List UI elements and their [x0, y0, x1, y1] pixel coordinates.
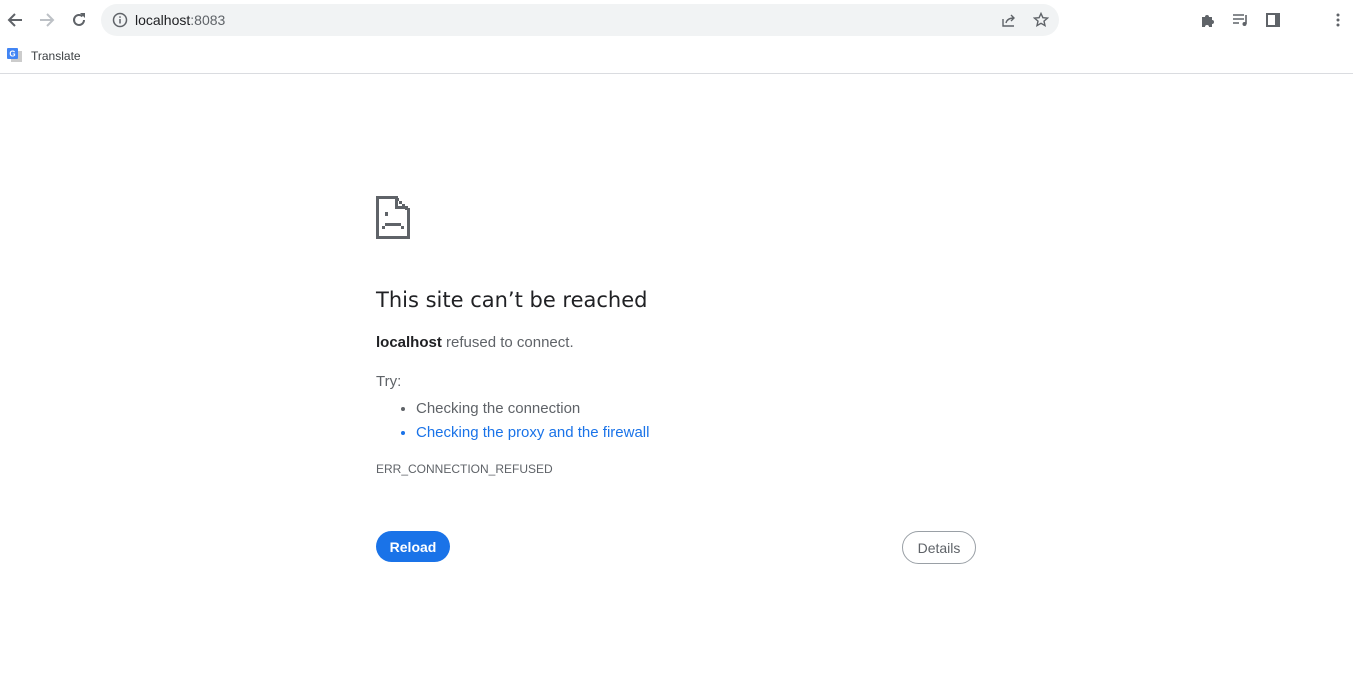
error-page: This site can’t be reached localhost ref… — [376, 196, 976, 564]
reload-button[interactable]: Reload — [376, 531, 450, 562]
share-icon[interactable] — [1001, 12, 1017, 28]
menu-button[interactable] — [1330, 12, 1346, 28]
error-title: This site can’t be reached — [376, 288, 648, 312]
star-icon[interactable] — [1033, 12, 1049, 28]
error-code: ERR_CONNECTION_REFUSED — [376, 462, 553, 476]
suggestion-check-connection: Checking the connection — [416, 397, 649, 421]
bookmark-label: Translate — [31, 48, 81, 63]
browser-toolbar: localhost:8083 — [0, 0, 1353, 40]
url-text[interactable]: localhost:8083 — [135, 12, 225, 28]
forward-button[interactable] — [35, 8, 59, 32]
reload-browser-button[interactable] — [67, 8, 91, 32]
more-vertical-icon — [1336, 13, 1340, 27]
arrow-left-icon — [7, 13, 22, 27]
info-icon[interactable] — [112, 12, 128, 28]
side-panel-icon — [1266, 13, 1280, 27]
details-button[interactable]: Details — [902, 531, 976, 564]
sad-page-icon — [376, 196, 410, 239]
side-panel-button[interactable] — [1265, 12, 1281, 28]
google-translate-icon: G — [7, 48, 22, 62]
address-bar[interactable]: localhost:8083 — [101, 4, 1059, 36]
bookmark-translate[interactable]: G Translate — [6, 47, 81, 64]
svg-text:G: G — [9, 50, 15, 59]
arrow-right-icon — [40, 13, 55, 27]
refresh-icon — [73, 13, 85, 26]
playlist-icon — [1233, 14, 1247, 26]
back-button[interactable] — [3, 8, 27, 32]
error-message: localhost refused to connect. — [376, 334, 574, 351]
puzzle-icon — [1202, 15, 1214, 27]
media-controls-button[interactable] — [1232, 12, 1250, 28]
try-label: Try: — [376, 373, 402, 390]
bookmarks-bar: G Translate — [0, 40, 1353, 74]
extensions-button[interactable] — [1200, 12, 1216, 28]
suggestions-list: Checking the connection Checking the pro… — [416, 397, 649, 445]
suggestion-proxy-firewall-link[interactable]: Checking the proxy and the firewall — [416, 421, 649, 445]
